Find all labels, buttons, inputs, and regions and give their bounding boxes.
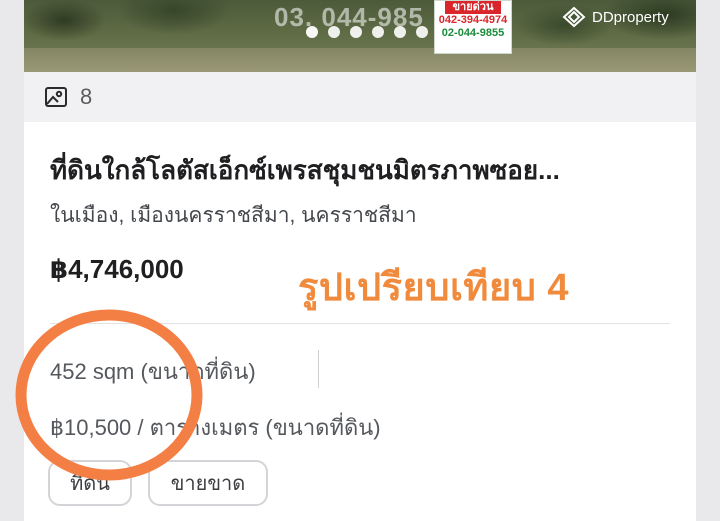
brand-watermark: DDproperty — [562, 6, 669, 28]
sign-line-2: 042-394-4974 — [438, 14, 508, 26]
listing-title[interactable]: ที่ดินใกล้โลตัสเอ็กซ์เพรสชุมชนมิตรภาพซอย… — [50, 150, 560, 191]
listing-location: ในเมือง, เมืองนครราชสีมา, นครราชสีมา — [50, 204, 417, 227]
carousel-dot[interactable] — [416, 26, 428, 38]
photo-ground — [24, 48, 696, 72]
vertical-separator — [318, 350, 319, 388]
carousel-dots[interactable] — [306, 26, 428, 38]
photo-sale-sign: ขายด่วน 042-394-4974 02-044-9855 — [434, 0, 512, 54]
carousel-dot[interactable] — [328, 26, 340, 38]
carousel-dot[interactable] — [306, 26, 318, 38]
photo-count: 8 — [80, 84, 93, 109]
sign-line-1: ขายด่วน — [445, 1, 501, 14]
carousel-dot[interactable] — [394, 26, 406, 38]
listing-price: ฿4,746,000 — [50, 254, 184, 284]
carousel-dot[interactable] — [350, 26, 362, 38]
annotation-circle — [15, 309, 203, 481]
ddproperty-logo-icon — [562, 6, 586, 28]
photo-count-bar[interactable]: 8 — [24, 72, 696, 122]
brand-name: DDproperty — [592, 8, 669, 26]
listing-photo[interactable]: 03. 044-985 ขายด่วน 042-394-4974 02-044-… — [24, 0, 696, 72]
annotation-label: รูปเปรียบเทียบ 4 — [298, 267, 570, 309]
sign-line-3: 02-044-9855 — [441, 27, 505, 39]
carousel-dot[interactable] — [372, 26, 384, 38]
image-gallery-icon — [45, 87, 67, 107]
